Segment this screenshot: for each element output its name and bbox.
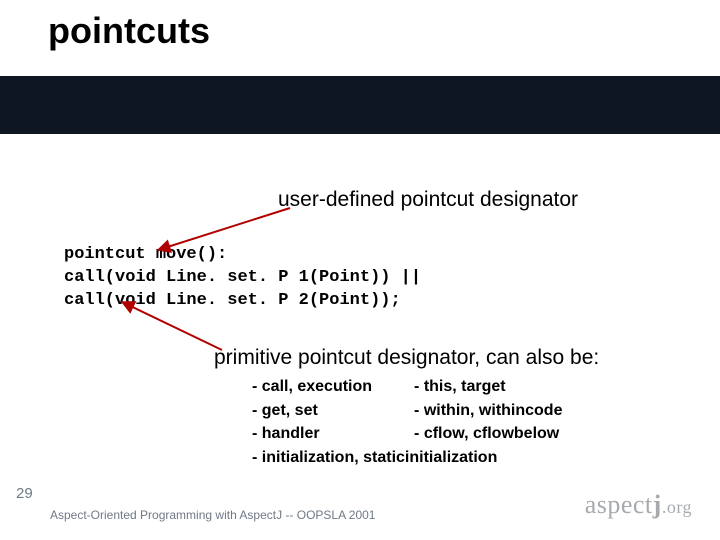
keyword-pointcut: pointcut [64, 245, 146, 264]
code-line-2: call(void Line. set. P 1(Point)) || [64, 267, 421, 290]
code-line-1-rest: move(): [146, 245, 228, 264]
code-block: pointcut move(): call(void Line. set. P … [64, 244, 421, 313]
slide: pointcuts user-defined pointcut designat… [0, 0, 720, 540]
title-bar: pointcuts [0, 0, 720, 76]
bullet-handler: - handler [252, 423, 412, 445]
slide-title: pointcuts [48, 10, 210, 52]
bullet-this-target: - this, target [414, 376, 602, 398]
bullet-call-execution: - call, execution [252, 376, 412, 398]
designator-bullets: - call, execution - this, target - get, … [250, 374, 604, 470]
code-line-2b: Line. set. P 1(Point)) || [156, 268, 421, 287]
code-line-2a: call( [64, 268, 115, 287]
keyword-void-1: void [115, 268, 156, 287]
code-line-3a: call( [64, 291, 115, 310]
code-line-1: pointcut move(): [64, 244, 421, 267]
label-user-defined: user-defined pointcut designator [278, 188, 578, 212]
bullet-cflow: - cflow, cflowbelow [414, 423, 602, 445]
bullet-initialization: - initialization, staticinitialization [252, 447, 602, 469]
logo-j: j [653, 490, 662, 519]
bullet-within: - within, withincode [414, 400, 602, 422]
code-line-3: call(void Line. set. P 2(Point)); [64, 290, 421, 313]
bullets-table: - call, execution - this, target - get, … [250, 374, 604, 470]
logo-org: .org [662, 497, 692, 517]
footer-text: Aspect-Oriented Programming with AspectJ… [50, 508, 375, 522]
label-primitive: primitive pointcut designator, can also … [214, 346, 599, 370]
title-underline-band [0, 76, 720, 134]
bullet-get-set: - get, set [252, 400, 412, 422]
logo-aspect: aspect [585, 490, 653, 519]
aspectj-logo: aspectj.org [585, 490, 692, 520]
page-number: 29 [16, 485, 33, 502]
keyword-void-2: void [115, 291, 156, 310]
code-line-3b: Line. set. P 2(Point)); [156, 291, 401, 310]
